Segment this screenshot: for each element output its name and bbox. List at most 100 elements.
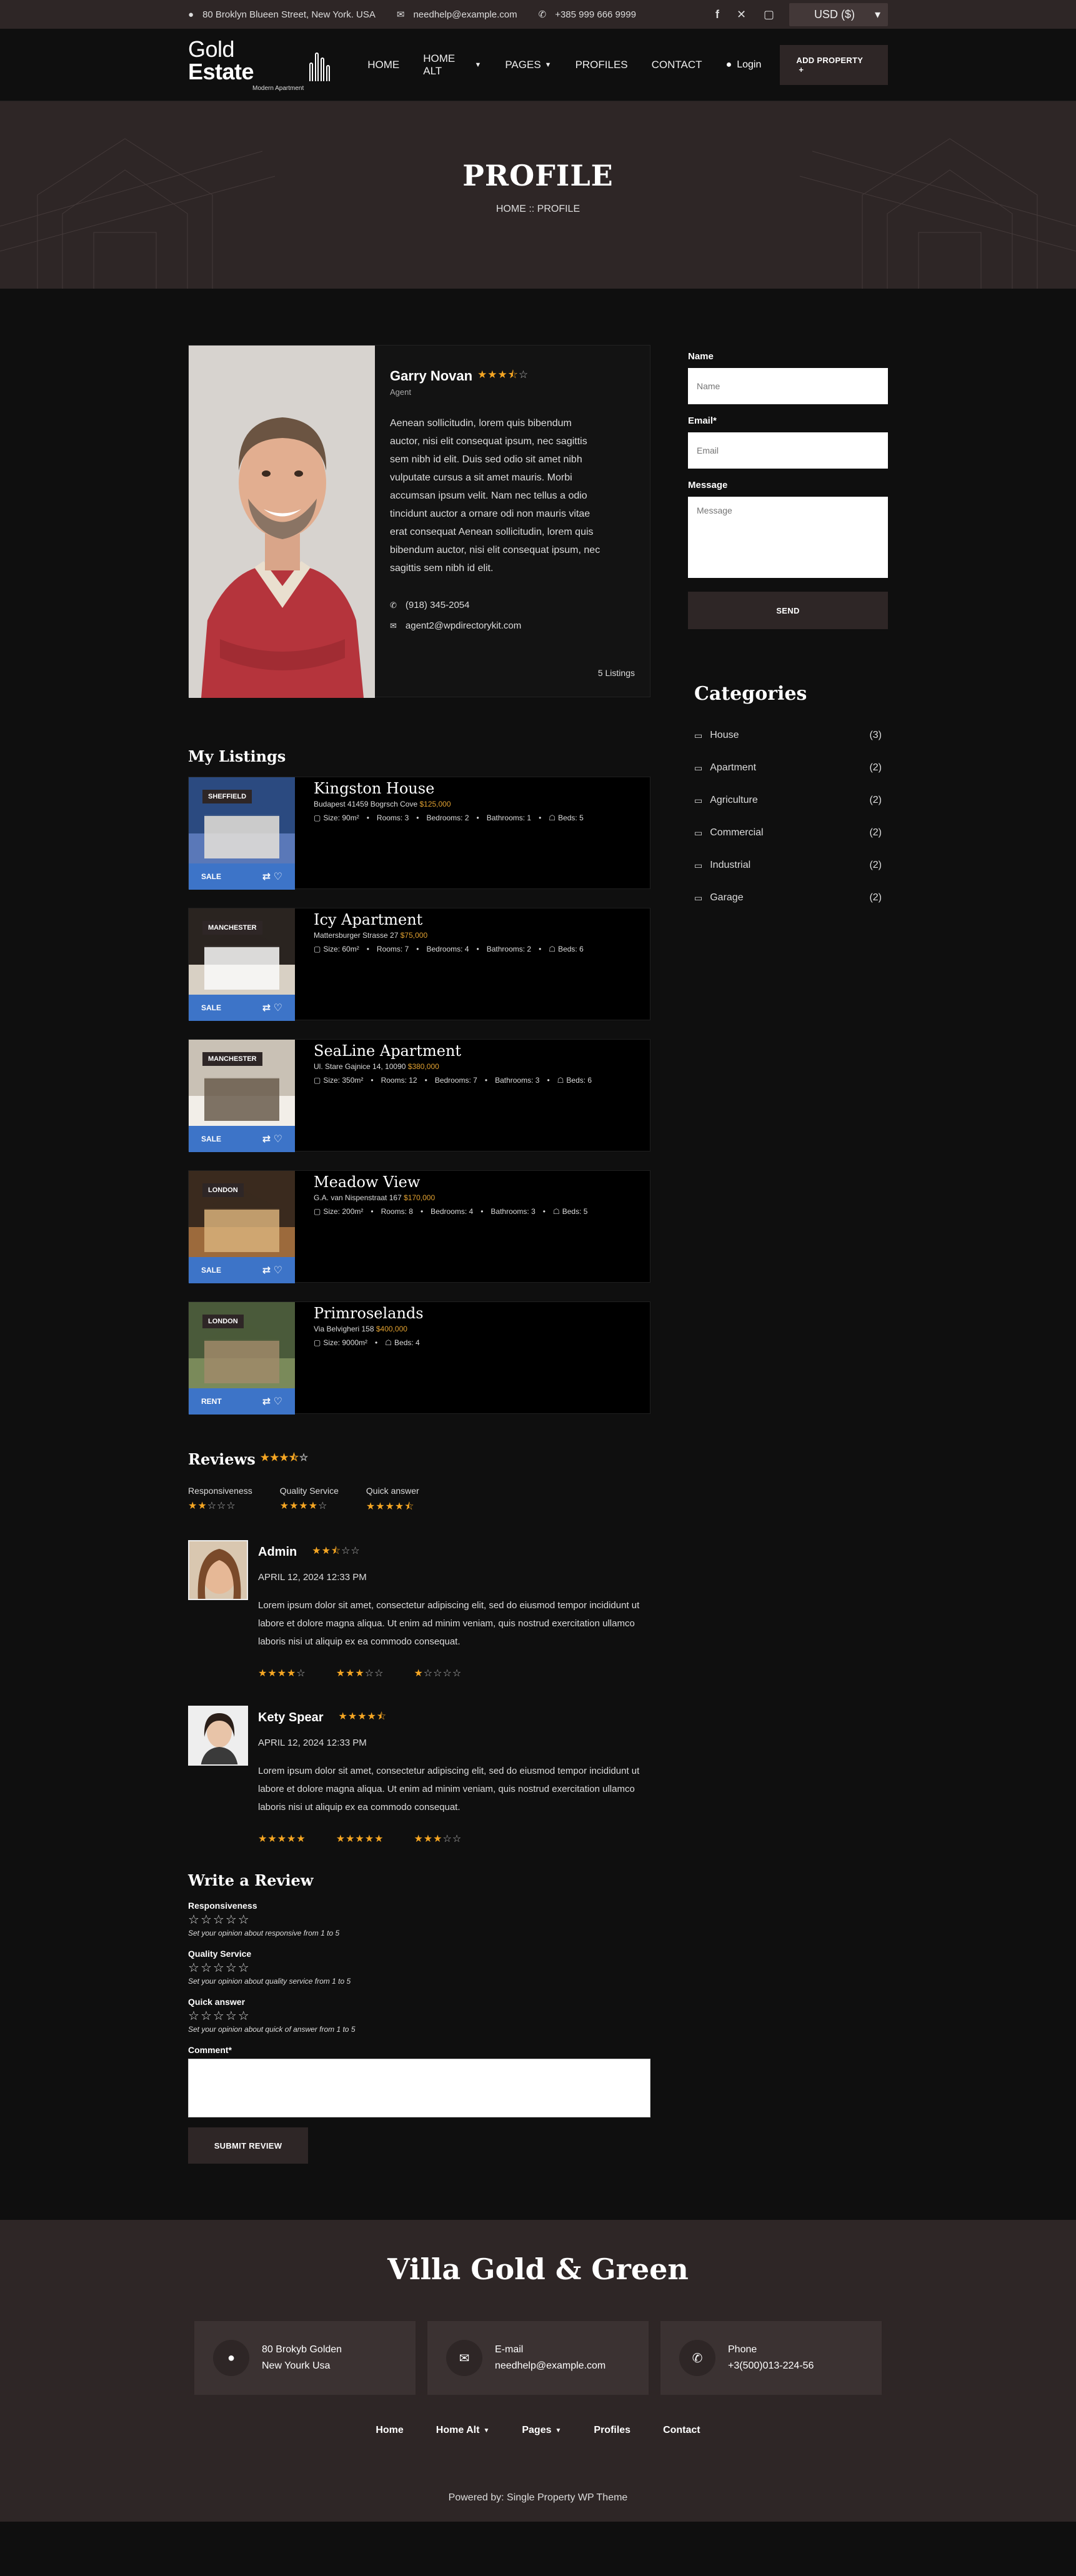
review-criterion-rating: ★★★★★ (336, 1834, 384, 1844)
footer-nav-home[interactable]: Home (376, 2425, 403, 2436)
feature-separator-dot: • (416, 945, 419, 953)
listing-thumbnail[interactable]: SHEFFIELD SALE ⇄ ♡ (189, 777, 295, 890)
listing-card[interactable]: LONDON SALE ⇄ ♡ Meadow View G.A. van Nispens… (188, 1170, 650, 1283)
listing-title[interactable]: SeaLine Apartment (314, 1042, 631, 1060)
star-outline-icon[interactable]: ☆ (188, 1913, 201, 1927)
rating-star-input[interactable]: ☆☆☆☆☆ (188, 2008, 650, 2024)
listing-title[interactable]: Meadow View (314, 1173, 631, 1191)
listing-feature: Bedrooms: 2 (426, 813, 469, 822)
star-outline-icon[interactable]: ☆ (238, 1961, 251, 1975)
star-outline-icon[interactable]: ☆ (201, 2009, 213, 2023)
footer-nav-pages[interactable]: Pages ▼ (522, 2425, 561, 2436)
listing-thumbnail[interactable]: MANCHESTER SALE ⇄ ♡ (189, 1040, 295, 1152)
topbar-email-text[interactable]: needhelp@example.com (413, 9, 517, 20)
rating-field-label: Quick answer (188, 1997, 246, 2007)
x-twitter-icon[interactable]: ✕ (737, 8, 746, 21)
email-input[interactable] (688, 432, 888, 469)
sidebar: Name Email* Message SEND Categories ▭ Hou… (688, 345, 888, 2164)
footer-email-card[interactable]: ✉ E-mail needhelp@example.com (427, 2321, 649, 2395)
review-date: APRIL 12, 2024 12:33 PM (258, 1738, 367, 1748)
footer-email[interactable]: needhelp@example.com (495, 2358, 605, 2374)
nav-item-contact[interactable]: CONTACT (652, 52, 702, 77)
nav-item-home[interactable]: HOME (367, 52, 399, 77)
star-outline-icon[interactable]: ☆ (201, 1961, 213, 1975)
site-logo[interactable]: Gold Estate Modern Apartment (188, 38, 331, 92)
listing-title[interactable]: Kingston House (314, 780, 631, 797)
footer-phone[interactable]: +3(500)013-224-56 (728, 2358, 814, 2374)
rating-field: Responsiveness ☆☆☆☆☆ Set your opinion abou… (188, 1901, 650, 1937)
nav-item-profiles[interactable]: PROFILES (575, 52, 628, 77)
star-outline-icon[interactable]: ☆ (238, 2009, 251, 2023)
star-outline-icon[interactable]: ☆ (213, 1961, 226, 1975)
star-outline-icon[interactable]: ☆ (226, 1961, 238, 1975)
compare-icon[interactable]: ⇄ (262, 872, 271, 882)
footer-nav-contact[interactable]: Contact (663, 2425, 700, 2436)
star-outline-icon[interactable]: ☆ (226, 1913, 238, 1927)
compare-icon[interactable]: ⇄ (262, 1134, 271, 1145)
category-label: Garage (710, 892, 744, 903)
category-item-apartment[interactable]: ▭ Apartment (2) (694, 762, 882, 773)
message-textarea[interactable] (688, 497, 888, 578)
agent-name[interactable]: Garry Novan (390, 368, 472, 384)
category-item-garage[interactable]: ▭ Garage (2) (694, 892, 882, 903)
listing-card[interactable]: MANCHESTER SALE ⇄ ♡ Icy Apartment Mattersbur… (188, 908, 650, 1021)
star-outline-icon[interactable]: ☆ (188, 1961, 201, 1975)
topbar-phone[interactable]: ✆ +385 999 666 9999 (539, 9, 636, 21)
folder-icon: ▭ (694, 762, 703, 773)
listing-card[interactable]: SHEFFIELD SALE ⇄ ♡ Kingston House Budapest 4… (188, 777, 650, 890)
rating-star-input[interactable]: ☆☆☆☆☆ (188, 1912, 650, 1927)
listing-city-badge: MANCHESTER (202, 1052, 262, 1066)
send-button[interactable]: SEND (688, 592, 888, 629)
add-property-button[interactable]: ADD PROPERTY + (780, 45, 888, 85)
listing-thumbnail[interactable]: MANCHESTER SALE ⇄ ♡ (189, 908, 295, 1021)
heart-icon[interactable]: ♡ (271, 872, 282, 882)
compare-icon[interactable]: ⇄ (262, 1396, 271, 1407)
submit-review-button[interactable]: SUBMIT REVIEW (188, 2127, 308, 2164)
category-item-commercial[interactable]: ▭ Commercial (2) (694, 827, 882, 838)
heart-icon[interactable]: ♡ (271, 1134, 282, 1145)
facebook-icon[interactable]: f (715, 8, 719, 21)
footer-nav-home-alt[interactable]: Home Alt ▼ (436, 2425, 490, 2436)
heart-icon[interactable]: ♡ (271, 1396, 282, 1407)
nav-item-home-alt[interactable]: HOME ALT ▼ (423, 52, 481, 77)
category-item-industrial[interactable]: ▭ Industrial (2) (694, 860, 882, 871)
agent-email-text: agent2@wpdirectorykit.com (405, 620, 522, 631)
star-outline-icon[interactable]: ☆ (238, 1913, 251, 1927)
listing-title[interactable]: Primroselands (314, 1305, 631, 1322)
heart-icon[interactable]: ♡ (271, 1003, 282, 1013)
breadcrumb[interactable]: HOME :: PROFILE (0, 204, 1076, 215)
compare-icon[interactable]: ⇄ (262, 1003, 271, 1013)
login-link[interactable]: ● Login (726, 59, 762, 71)
star-outline-icon[interactable]: ☆ (226, 2009, 238, 2023)
instagram-icon[interactable]: ▢ (764, 8, 774, 21)
footer-phone-card[interactable]: ✆ Phone +3(500)013-224-56 (660, 2321, 882, 2395)
agent-email[interactable]: ✉ agent2@wpdirectorykit.com (390, 620, 635, 631)
currency-selector[interactable]: USD ($) ▾ (789, 2, 888, 26)
heart-icon[interactable]: ♡ (271, 1265, 282, 1276)
comment-label: Comment* (188, 2045, 232, 2055)
category-item-agriculture[interactable]: ▭ Agriculture (2) (694, 795, 882, 806)
footer-nav-profiles[interactable]: Profiles (594, 2425, 630, 2436)
star-outline-icon[interactable]: ☆ (213, 1913, 226, 1927)
topbar-phone-text[interactable]: +385 999 666 9999 (555, 9, 636, 20)
compare-icon[interactable]: ⇄ (262, 1265, 271, 1276)
listing-thumbnail[interactable]: LONDON RENT ⇄ ♡ (189, 1302, 295, 1415)
topbar-email[interactable]: ✉ needhelp@example.com (397, 9, 517, 21)
rating-star-input[interactable]: ☆☆☆☆☆ (188, 1960, 650, 1976)
star-outline-icon[interactable]: ☆ (188, 2009, 201, 2023)
listing-title[interactable]: Icy Apartment (314, 911, 631, 928)
size-icon: ▢ (314, 945, 321, 953)
comment-textarea[interactable] (188, 2059, 650, 2117)
star-outline-icon[interactable]: ☆ (213, 2009, 226, 2023)
agent-phone[interactable]: ✆ (918) 345-2054 (390, 600, 635, 610)
nav-item-pages[interactable]: PAGES ▼ (505, 52, 551, 77)
listing-thumbnail[interactable]: LONDON SALE ⇄ ♡ (189, 1171, 295, 1283)
listing-card[interactable]: LONDON RENT ⇄ ♡ Primroselands Via Belvigheri… (188, 1301, 650, 1415)
listing-card[interactable]: MANCHESTER SALE ⇄ ♡ SeaLine Apartment Ul. St… (188, 1039, 650, 1152)
size-icon: ▢ (314, 1076, 321, 1085)
category-item-house[interactable]: ▭ House (3) (694, 730, 882, 741)
star-outline-icon[interactable]: ☆ (201, 1913, 213, 1927)
name-input[interactable] (688, 368, 888, 404)
plus-icon: + (799, 65, 804, 74)
listing-features: ▢ Size: 200m² • Rooms: 8 • Bedrooms: 4 • Bathro… (314, 1207, 631, 1216)
